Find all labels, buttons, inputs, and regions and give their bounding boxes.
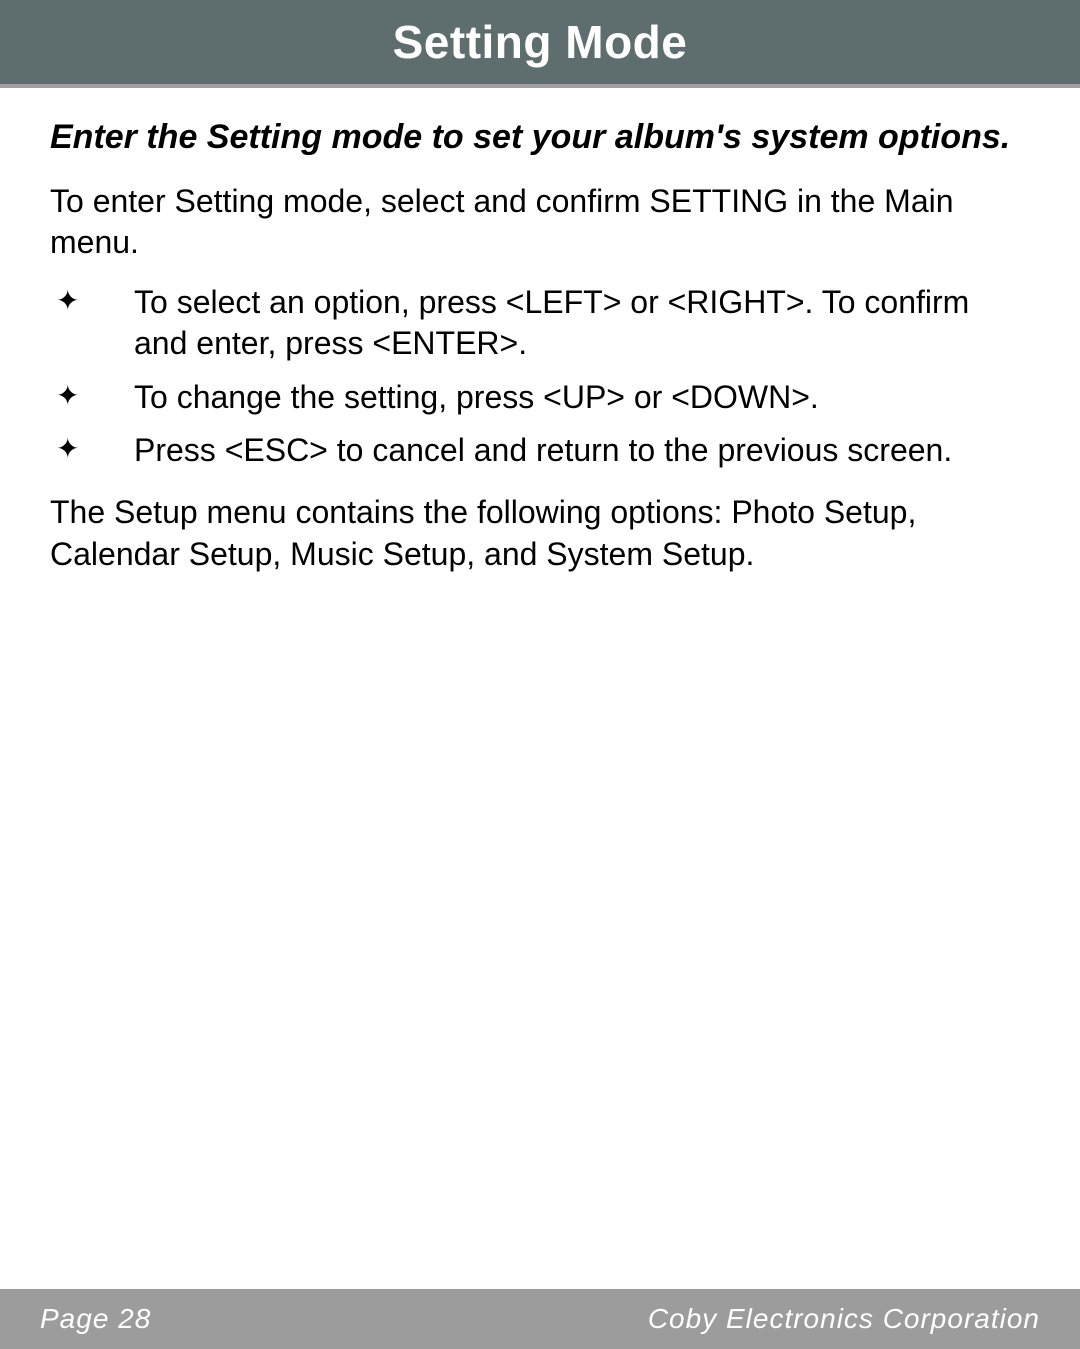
- bullet-text: To change the setting, press <UP> or <DO…: [134, 377, 819, 419]
- bullet-list: ✦ To select an option, press <LEFT> or <…: [50, 282, 1030, 472]
- page-title: Setting Mode: [393, 15, 688, 69]
- list-item: ✦ Press <ESC> to cancel and return to th…: [50, 430, 1030, 472]
- list-item: ✦ To select an option, press <LEFT> or <…: [50, 282, 1030, 365]
- content-area: Enter the Setting mode to set your album…: [0, 88, 1080, 575]
- outro-text: The Setup menu contains the following op…: [50, 492, 1030, 575]
- header-bar: Setting Mode: [0, 0, 1080, 88]
- sparkle-icon: ✦: [56, 377, 84, 415]
- list-item: ✦ To change the setting, press <UP> or <…: [50, 377, 1030, 419]
- intro-text: To enter Setting mode, select and confir…: [50, 181, 1030, 264]
- footer-bar: Page 28 Coby Electronics Corporation: [0, 1289, 1080, 1349]
- page-number: Page 28: [40, 1303, 151, 1335]
- company-name: Coby Electronics Corporation: [648, 1303, 1040, 1335]
- bullet-text: Press <ESC> to cancel and return to the …: [134, 430, 952, 472]
- subtitle: Enter the Setting mode to set your album…: [50, 116, 1030, 159]
- sparkle-icon: ✦: [56, 282, 84, 320]
- bullet-text: To select an option, press <LEFT> or <RI…: [134, 282, 1030, 365]
- sparkle-icon: ✦: [56, 430, 84, 468]
